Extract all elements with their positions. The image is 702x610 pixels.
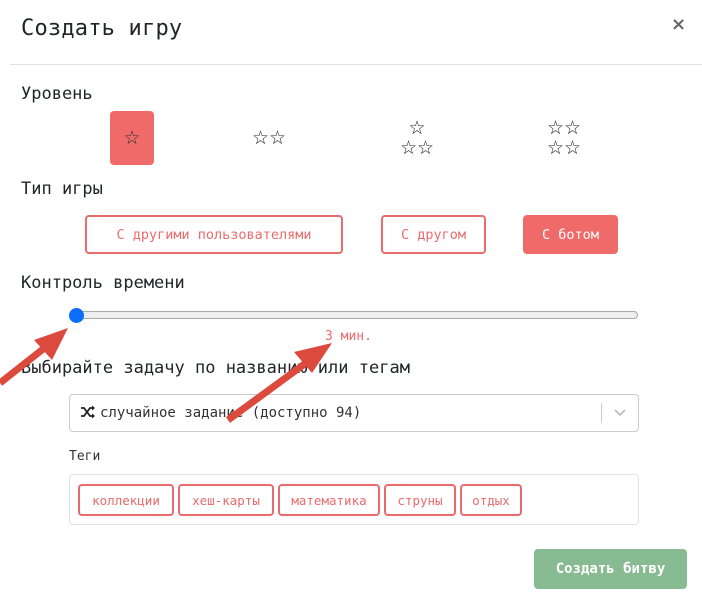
create-battle-button[interactable]: Создать битву	[534, 549, 687, 589]
level-option-1[interactable]: ☆	[110, 111, 154, 165]
modal-title: Создать игру	[21, 16, 183, 41]
chevron-down-icon[interactable]	[613, 407, 627, 419]
tag-collections[interactable]: коллекции	[78, 484, 174, 516]
level-stars-row: ☆☆	[546, 117, 582, 139]
game-type-bot-button[interactable]: С ботом	[523, 215, 618, 254]
tag-rest[interactable]: отдых	[460, 484, 522, 516]
level-stars-row: ☆	[408, 117, 426, 139]
time-slider-thumb[interactable]	[69, 308, 84, 323]
level-option-3[interactable]: ☆ ☆☆	[395, 111, 439, 165]
close-button[interactable]: ×	[671, 14, 686, 35]
task-select[interactable]: случайное задание (доступно 94)	[69, 394, 639, 432]
level-stars-row: ☆☆	[399, 137, 435, 159]
tag-math[interactable]: математика	[278, 484, 380, 516]
game-type-label: Тип игры	[21, 179, 103, 199]
level-stars-row: ☆	[123, 127, 141, 149]
header-divider	[10, 64, 702, 65]
game-type-friend-button[interactable]: С другом	[381, 215, 486, 254]
time-value: 3 мин.	[325, 329, 372, 344]
shuffle-icon	[81, 405, 95, 419]
game-type-users-button[interactable]: С другими пользователями	[85, 215, 343, 254]
tag-hash-maps[interactable]: хеш-карты	[178, 484, 274, 516]
time-control-label: Контроль времени	[21, 273, 185, 293]
task-label: Выбирайте задачу по названию или тегам	[21, 358, 410, 378]
time-slider-track[interactable]	[70, 311, 638, 319]
level-label: Уровень	[21, 84, 93, 104]
select-separator	[601, 403, 602, 423]
level-stars-row: ☆☆	[546, 137, 582, 159]
tags-container: коллекции хеш-карты математика струны от…	[69, 474, 639, 525]
level-stars-row: ☆☆	[251, 127, 287, 149]
level-option-4[interactable]: ☆☆ ☆☆	[542, 111, 586, 165]
level-option-2[interactable]: ☆☆	[247, 111, 291, 165]
task-select-value: случайное задание (доступно 94)	[100, 405, 362, 421]
tags-label: Теги	[69, 449, 101, 464]
tag-strings[interactable]: струны	[384, 484, 456, 516]
